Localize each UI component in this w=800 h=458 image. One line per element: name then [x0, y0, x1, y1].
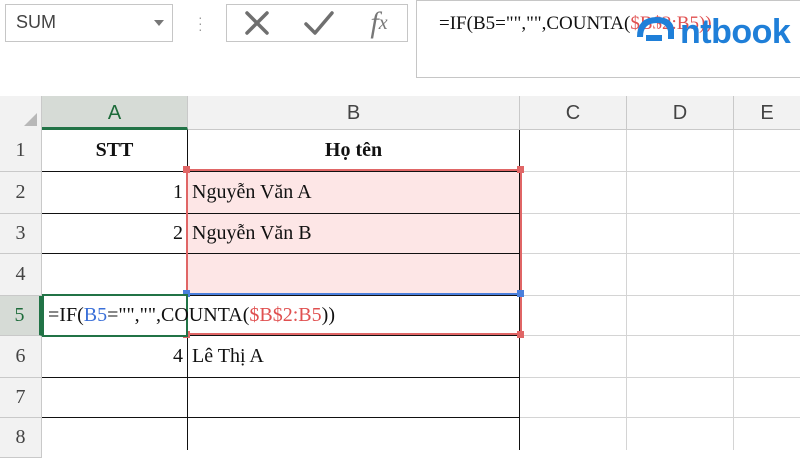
- cell-e1[interactable]: [734, 130, 800, 172]
- cell-a8[interactable]: [42, 418, 188, 450]
- cell-b7[interactable]: [188, 378, 520, 418]
- cell-e4[interactable]: [734, 254, 800, 296]
- cell-a1[interactable]: STT: [42, 130, 188, 172]
- column-header-b[interactable]: B: [188, 96, 520, 130]
- cell-c6[interactable]: [520, 336, 627, 378]
- row-header-3[interactable]: 3: [0, 214, 42, 254]
- column-header-e[interactable]: E: [734, 96, 800, 130]
- cell-d1[interactable]: [627, 130, 734, 172]
- formula-buttons: fx: [226, 4, 408, 42]
- cell-e3[interactable]: [734, 214, 800, 254]
- cell-e6[interactable]: [734, 336, 800, 378]
- row-header-1[interactable]: 1: [0, 130, 42, 172]
- logo-mark-icon: [637, 17, 674, 41]
- check-icon[interactable]: [299, 5, 339, 41]
- chevron-down-icon[interactable]: [154, 20, 164, 26]
- row-header-6[interactable]: 6: [0, 336, 42, 378]
- cell-c3[interactable]: [520, 214, 627, 254]
- range-handle-top-right[interactable]: [517, 166, 524, 173]
- cell-c7[interactable]: [520, 378, 627, 418]
- cell-d8[interactable]: [627, 418, 734, 450]
- row-header-7[interactable]: 7: [0, 378, 42, 418]
- cancel-icon[interactable]: [237, 5, 277, 41]
- cell-c1[interactable]: [520, 130, 627, 172]
- range-handle-top-left[interactable]: [183, 166, 190, 173]
- cell-c8[interactable]: [520, 418, 627, 450]
- formula-toolbar: SUM ··· fx =IF(B5="","",COUNTA($B$2:B5))…: [0, 0, 800, 96]
- insert-function-icon[interactable]: fx: [357, 5, 401, 41]
- cell-d3[interactable]: [627, 214, 734, 254]
- cell-d2[interactable]: [627, 172, 734, 214]
- cell-d4[interactable]: [627, 254, 734, 296]
- row-header-4[interactable]: 4: [0, 254, 42, 296]
- logo: ntbook: [632, 6, 800, 58]
- cell-c4[interactable]: [520, 254, 627, 296]
- cell-d7[interactable]: [627, 378, 734, 418]
- reference-b5-border: [188, 293, 520, 295]
- cell-b1[interactable]: Họ tên: [188, 130, 520, 172]
- active-cell-editor[interactable]: =IF(B5="","",COUNTA($B$2:B5)): [42, 294, 335, 337]
- select-all-icon: [24, 113, 37, 126]
- logo-text: ntbook: [680, 12, 791, 51]
- name-box[interactable]: SUM: [5, 4, 173, 42]
- row-header-8[interactable]: 8: [0, 418, 42, 458]
- cell-a3[interactable]: 2: [42, 214, 188, 254]
- cell-d6[interactable]: [627, 336, 734, 378]
- cell-b8[interactable]: [188, 418, 520, 450]
- range-handle-mid-right[interactable]: [517, 290, 524, 297]
- spreadsheet-grid[interactable]: A B C D E 1 2 3 4 5 6 7 8 STT Họ tên 1 N…: [0, 96, 800, 458]
- cell-editor-text: =IF(B5="","",COUNTA($B$2:B5)): [48, 304, 335, 326]
- cell-e2[interactable]: [734, 172, 800, 214]
- select-all-button[interactable]: [0, 96, 42, 130]
- cell-b6[interactable]: Lê Thị A: [188, 336, 520, 378]
- row-header-5[interactable]: 5: [0, 296, 42, 336]
- row-header-2[interactable]: 2: [0, 172, 42, 214]
- cell-e5[interactable]: [734, 296, 800, 336]
- name-box-value: SUM: [16, 12, 56, 32]
- cell-a7[interactable]: [42, 378, 188, 418]
- column-header-a[interactable]: A: [42, 96, 188, 130]
- cell-a6[interactable]: 4: [42, 336, 188, 378]
- cell-c5[interactable]: [520, 296, 627, 336]
- cell-e7[interactable]: [734, 378, 800, 418]
- cell-e8[interactable]: [734, 418, 800, 450]
- column-header-c[interactable]: C: [520, 96, 627, 130]
- cell-a2[interactable]: 1: [42, 172, 188, 214]
- drag-handle-icon[interactable]: · · ·: [198, 10, 203, 36]
- cell-c2[interactable]: [520, 172, 627, 214]
- cell-d5[interactable]: [627, 296, 734, 336]
- column-header-d[interactable]: D: [627, 96, 734, 130]
- cell-a4[interactable]: [42, 254, 188, 296]
- range-handle-bottom-right[interactable]: [517, 331, 524, 338]
